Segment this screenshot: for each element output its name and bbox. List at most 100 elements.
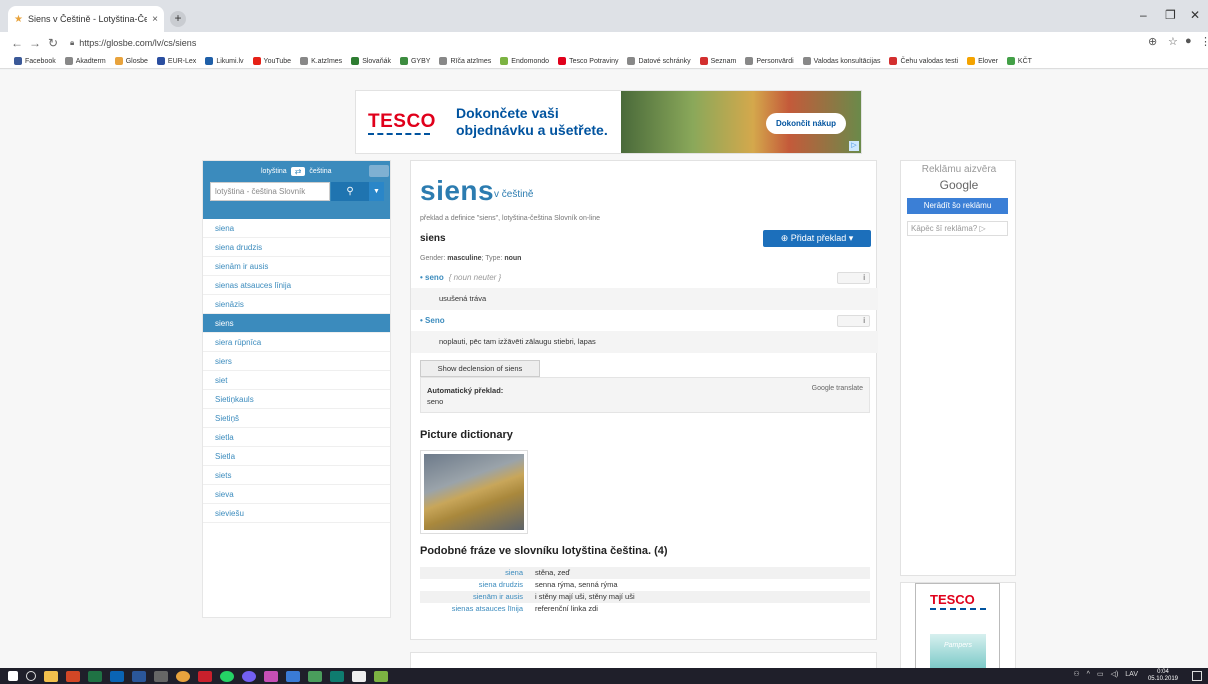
keyboard-icon[interactable] xyxy=(369,165,389,177)
bookmark-item[interactable]: Čehu valodas testi xyxy=(889,57,958,65)
sidebar-word-item[interactable]: sienām ir ausis xyxy=(203,257,390,276)
lang-from[interactable]: lotyština xyxy=(261,168,287,175)
maximize-icon[interactable]: ❐ xyxy=(1165,8,1176,22)
translation-term[interactable]: • seno{ noun neuter } xyxy=(420,273,501,282)
calculator-icon[interactable] xyxy=(154,670,168,682)
bookmark-item[interactable]: EUR-Lex xyxy=(156,57,196,65)
translation-term[interactable]: • Seno xyxy=(420,316,445,325)
bookmark-item[interactable]: Datové schránky xyxy=(627,57,691,65)
reload-icon[interactable]: ↻ xyxy=(44,36,62,50)
publisher-icon[interactable] xyxy=(330,670,344,682)
new-tab-button[interactable]: + xyxy=(170,11,186,27)
notifications-icon[interactable] xyxy=(1192,671,1202,681)
info-icon[interactable]: i xyxy=(837,315,870,327)
stop-ad-button[interactable]: Nerādīt šo reklāmu xyxy=(907,198,1008,214)
network-icon[interactable]: ▭ xyxy=(1097,670,1104,678)
bookmark-item[interactable]: Facebook xyxy=(14,57,56,65)
sidebar-word-item[interactable]: Sietiņkauls xyxy=(203,390,390,409)
search-taskbar-icon[interactable] xyxy=(26,671,36,681)
show-declension-button[interactable]: Show declension of siens xyxy=(420,360,540,377)
whatsapp-icon[interactable] xyxy=(220,670,234,682)
profile-icon[interactable]: ● xyxy=(1185,35,1192,47)
sidebar-word-item[interactable]: sieviešu xyxy=(203,504,390,523)
phrase-source[interactable]: sienas atsauces līnija xyxy=(420,603,535,615)
bookmark-item[interactable]: Slovaňák xyxy=(351,57,391,65)
sidebar-word-item[interactable]: siet xyxy=(203,371,390,390)
adchoices-icon[interactable]: ▷ xyxy=(849,141,859,151)
search-input[interactable]: lotyština - čeština Slovník xyxy=(210,182,330,201)
outlook-icon[interactable] xyxy=(110,670,124,682)
powerpoint-icon[interactable] xyxy=(66,670,80,682)
browser-tab[interactable]: ★ Siens v Češtině - Lotyština-Češtin × xyxy=(8,6,164,32)
tab-close-icon[interactable]: × xyxy=(152,14,158,25)
forward-icon[interactable]: → xyxy=(26,36,44,50)
bookmark-item[interactable]: Likumi.lv xyxy=(205,57,244,65)
zoom-icon[interactable]: ⊕ xyxy=(1148,35,1157,48)
menu-icon[interactable]: ⋮ xyxy=(1200,35,1208,48)
translation-term-text[interactable]: seno xyxy=(425,273,444,282)
app-icon[interactable] xyxy=(264,670,278,682)
bookmark-item[interactable]: Rīča atzīmes xyxy=(439,57,491,65)
bookmark-item[interactable]: Seznam xyxy=(699,57,736,65)
why-ad-link[interactable]: Kāpēc šī reklāma? ▷ xyxy=(907,221,1008,236)
people-icon[interactable]: ⚇ xyxy=(1073,670,1079,678)
close-window-icon[interactable]: ✕ xyxy=(1190,8,1200,22)
minimize-icon[interactable]: – xyxy=(1140,8,1147,22)
info-icon[interactable]: i xyxy=(837,272,870,284)
file-icon[interactable] xyxy=(352,670,366,682)
translation-term-text[interactable]: Seno xyxy=(425,316,445,325)
add-translation-button[interactable]: ⊕ Přidat překlad ▾ xyxy=(763,230,871,247)
back-icon[interactable]: ← xyxy=(8,36,26,50)
language-selector[interactable]: lotyština ⇄ čeština xyxy=(261,165,389,177)
sidebar-word-item[interactable]: siera rūpnīca xyxy=(203,333,390,352)
ad-banner[interactable]: TESCO Dokončete vaši objednávku a ušetře… xyxy=(355,90,862,154)
bookmark-item[interactable]: YouTube xyxy=(252,57,291,65)
bookmark-item[interactable]: KČT xyxy=(1006,57,1032,65)
sidebar-word-item[interactable]: siets xyxy=(203,466,390,485)
ad-cta-button[interactable]: Dokončit nákup xyxy=(766,113,847,134)
bookmark-item[interactable]: Valodas konsultācijas xyxy=(802,57,880,65)
bookmark-item[interactable]: Tesco Potraviny xyxy=(558,57,618,65)
star-icon[interactable]: ☆ xyxy=(1168,35,1178,48)
sidebar-word-item[interactable]: siena drudzis xyxy=(203,238,390,257)
sidebar-word-item[interactable]: sietla xyxy=(203,428,390,447)
sidebar-word-item[interactable]: siens xyxy=(203,314,390,333)
sidebar-word-item[interactable]: Sietla xyxy=(203,447,390,466)
right-ad-tesco[interactable]: TESCO Pampers xyxy=(900,582,1016,674)
address-bar[interactable]: 🔒︎ https://glosbe.com/lv/cs/siens xyxy=(70,34,196,52)
bookmark-item[interactable]: Personvārdi xyxy=(745,57,794,65)
viber-icon[interactable] xyxy=(242,670,256,682)
photos-icon[interactable] xyxy=(286,670,300,682)
phrase-source[interactable]: sienām ir ausis xyxy=(420,591,535,603)
phrase-source[interactable]: siena xyxy=(420,567,535,579)
clock[interactable]: 0:04 05.10.2019 xyxy=(1148,669,1178,683)
excel-icon[interactable] xyxy=(88,670,102,682)
search-button[interactable]: ⚲ xyxy=(331,182,369,201)
input-language[interactable]: LAV xyxy=(1125,671,1138,678)
chrome-icon[interactable] xyxy=(176,670,190,682)
sidebar-word-item[interactable]: siena xyxy=(203,219,390,238)
bookmark-item[interactable]: Glosbe xyxy=(114,57,148,65)
volume-icon[interactable]: ◁) xyxy=(1111,670,1119,678)
acrobat-icon[interactable] xyxy=(198,670,212,682)
windows-start-icon[interactable] xyxy=(8,671,18,681)
file-explorer-icon[interactable] xyxy=(44,670,58,682)
bookmark-item[interactable]: GYBY xyxy=(399,57,430,65)
bookmark-item[interactable]: Endomondo xyxy=(500,57,549,65)
spreadsheet-icon[interactable] xyxy=(374,670,388,682)
word-icon[interactable] xyxy=(132,670,146,682)
tray-expand-icon[interactable]: ^ xyxy=(1087,671,1090,678)
sidebar-word-item[interactable]: sienāzis xyxy=(203,295,390,314)
bookmark-item[interactable]: Akadterm xyxy=(64,57,106,65)
swap-languages-icon[interactable]: ⇄ xyxy=(290,167,306,176)
phrase-source[interactable]: siena drudzis xyxy=(420,579,535,591)
notepad-icon[interactable] xyxy=(308,670,322,682)
lang-to[interactable]: čeština xyxy=(309,168,331,175)
sidebar-word-item[interactable]: sienas atsauces līnija xyxy=(203,276,390,295)
sidebar-word-item[interactable]: sieva xyxy=(203,485,390,504)
sidebar-word-item[interactable]: Sietiņš xyxy=(203,409,390,428)
picture-thumbnail[interactable] xyxy=(420,450,528,534)
bookmark-item[interactable]: Elover xyxy=(967,57,998,65)
bookmark-item[interactable]: K.atzīmes xyxy=(300,57,342,65)
sidebar-word-item[interactable]: siers xyxy=(203,352,390,371)
